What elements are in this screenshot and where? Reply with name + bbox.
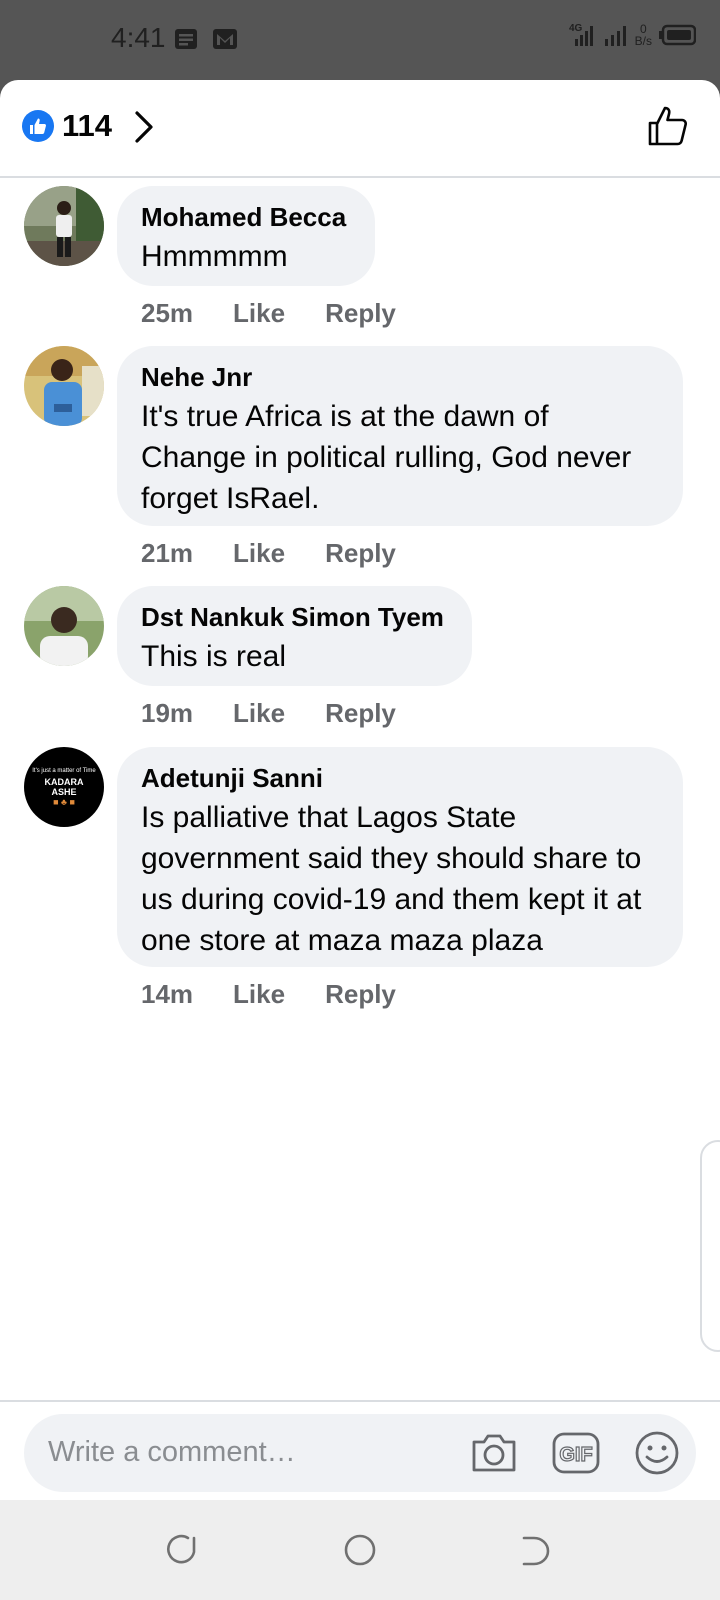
comment-text: Hmmmmm — [141, 240, 288, 273]
reply-button[interactable]: Reply — [325, 298, 396, 329]
comment-author[interactable]: Nehe Jnr — [141, 362, 659, 392]
svg-text:4G: 4G — [569, 23, 583, 34]
avatar[interactable]: It's just a matter of Time KADARA ASHE ■… — [24, 747, 104, 827]
gif-icon[interactable]: GIF — [552, 1432, 600, 1479]
signal-icon: 4G — [569, 23, 593, 46]
comment-bubble[interactable]: Adetunji Sanni Is palliative that Lagos … — [117, 747, 683, 967]
like-button[interactable]: Like — [233, 698, 285, 729]
avatar-caption: KADARA — [44, 776, 84, 787]
status-right: 4G 0 B/s — [569, 22, 696, 48]
avatar-caption: ASHE — [51, 786, 77, 797]
avatar-caption: It's just a matter of Time — [32, 767, 96, 774]
reactions-header[interactable]: 114 — [0, 80, 720, 178]
comment-actions: 21m Like Reply — [141, 538, 396, 569]
like-icon[interactable] — [646, 104, 690, 148]
comment-author[interactable]: Mohamed Becca — [141, 202, 351, 232]
reply-button[interactable]: Reply — [325, 979, 396, 1010]
comment-actions: 25m Like Reply — [141, 298, 396, 329]
gif-label: GIF — [559, 1444, 592, 1466]
avatar[interactable] — [24, 346, 104, 426]
avatar-emoji-icon: ■ ♣ ■ — [53, 796, 75, 807]
comment-bubble[interactable]: Nehe Jnr It's true Africa is at the dawn… — [117, 346, 683, 526]
comment-actions: 14m Like Reply — [141, 979, 396, 1010]
comment-time: 25m — [141, 298, 194, 328]
comment-time: 14m — [141, 979, 194, 1009]
comment-time: 19m — [141, 698, 194, 728]
avatar[interactable] — [24, 186, 104, 266]
back-icon[interactable] — [520, 1534, 552, 1566]
avatar[interactable] — [24, 586, 104, 666]
comment-time: 21m — [141, 538, 194, 568]
emoji-icon[interactable] — [634, 1430, 680, 1476]
side-handle[interactable] — [700, 1140, 720, 1352]
comment-text: It's true Africa is at the dawn of Chang… — [141, 400, 632, 515]
comment-bubble[interactable]: Dst Nankuk Simon Tyem This is real — [117, 586, 472, 686]
net-speed: 0 B/s — [635, 23, 652, 47]
comment-actions: 19m Like Reply — [141, 698, 396, 729]
gmail-icon — [213, 29, 237, 49]
chevron-right-icon[interactable] — [133, 110, 155, 144]
comment-author[interactable]: Adetunji Sanni — [141, 763, 659, 793]
like-button[interactable]: Like — [233, 538, 285, 569]
camera-icon[interactable] — [470, 1432, 518, 1474]
navigation-bar — [0, 1500, 720, 1600]
home-icon[interactable] — [344, 1534, 376, 1566]
like-reaction-icon — [22, 110, 54, 142]
recent-apps-icon[interactable] — [166, 1534, 198, 1566]
comment-bubble[interactable]: Mohamed Becca Hmmmmm — [117, 186, 375, 286]
like-button[interactable]: Like — [233, 979, 285, 1010]
net-speed-unit: B/s — [634, 34, 652, 48]
comment-author[interactable]: Dst Nankuk Simon Tyem — [141, 602, 448, 632]
notes-icon — [175, 29, 197, 49]
reply-button[interactable]: Reply — [325, 698, 396, 729]
battery-icon — [659, 24, 696, 46]
reaction-count[interactable]: 114 — [62, 108, 112, 144]
comments-sheet: 114 Mohamed Becca Hmmmmm 25m Like Reply … — [0, 80, 720, 1500]
divider — [0, 1400, 720, 1402]
comment-input[interactable]: Write a comment… — [48, 1436, 296, 1469]
comment-composer[interactable]: Write a comment… GIF — [24, 1414, 696, 1492]
reply-button[interactable]: Reply — [325, 538, 396, 569]
like-button[interactable]: Like — [233, 298, 285, 329]
comment-text: This is real — [141, 640, 287, 673]
signal-icon — [604, 26, 626, 46]
comment-text: Is palliative that Lagos State governmen… — [141, 801, 642, 957]
status-bar: 4:41 4G 0 B/s — [0, 0, 720, 80]
status-time: 4:41 — [111, 22, 166, 53]
